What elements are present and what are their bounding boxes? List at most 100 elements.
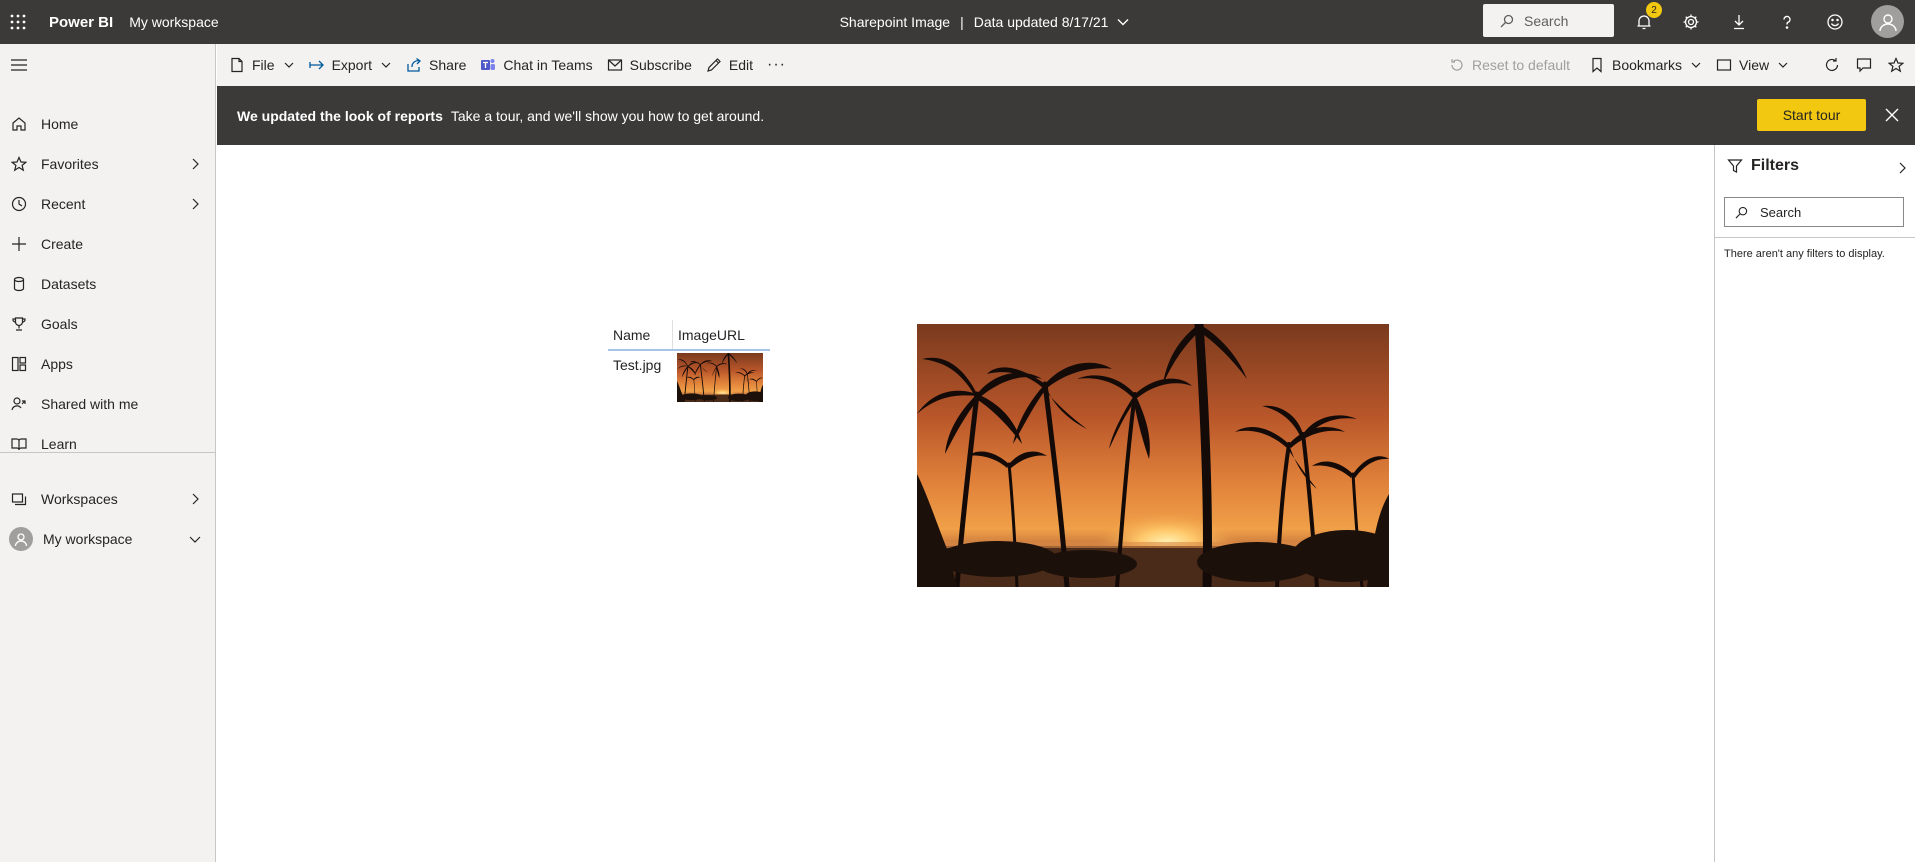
- nav-divider: [0, 452, 216, 453]
- view-menu-button[interactable]: View: [1709, 44, 1796, 86]
- nav-item-learn[interactable]: Learn: [0, 426, 216, 462]
- settings-button[interactable]: [1671, 0, 1711, 44]
- nav-item-create[interactable]: Create: [0, 226, 216, 262]
- edit-label: Edit: [728, 57, 754, 73]
- chevron-right-icon: [192, 158, 199, 170]
- search-icon: [1735, 206, 1748, 218]
- report-title-dropdown[interactable]: Sharepoint Image | Data updated 8/17/21: [840, 14, 1131, 30]
- subscribe-button[interactable]: Subscribe: [600, 44, 699, 86]
- nav-item-label: Favorites: [41, 156, 99, 172]
- nav-item-label: Datasets: [41, 276, 97, 292]
- banner-title: We updated the look of reports: [237, 107, 443, 124]
- nav-item-datasets[interactable]: Datasets: [0, 266, 216, 302]
- image-visual[interactable]: [917, 324, 1389, 587]
- database-icon: [10, 275, 28, 293]
- apps-icon: [10, 355, 28, 373]
- table-header-row: Name ImageURL: [608, 320, 770, 351]
- subscribe-label: Subscribe: [629, 57, 692, 73]
- title-separator: |: [960, 14, 964, 30]
- nav-item-label: Recent: [41, 196, 86, 212]
- download-button[interactable]: [1719, 0, 1759, 44]
- reset-icon: [1451, 59, 1463, 71]
- export-menu-button[interactable]: Export: [302, 44, 399, 86]
- nav-item-label: My workspace: [43, 531, 133, 547]
- nav-item-home[interactable]: Home: [0, 106, 216, 142]
- view-label: View: [1739, 57, 1770, 73]
- chevron-down-icon: [1778, 62, 1788, 68]
- share-label: Share: [429, 57, 467, 73]
- filters-search-placeholder: Search: [1760, 204, 1802, 220]
- more-options-icon: ···: [767, 56, 786, 73]
- nav-item-label: Goals: [41, 316, 78, 332]
- hamburger-menu-icon[interactable]: [10, 56, 28, 74]
- reset-to-default-button[interactable]: Reset to default: [1442, 44, 1577, 86]
- workspace-avatar: [9, 527, 33, 551]
- filters-search-input[interactable]: Search: [1724, 197, 1904, 227]
- nav-item-recent[interactable]: Recent: [0, 186, 216, 222]
- account-avatar[interactable]: [1871, 5, 1904, 38]
- share-icon: [407, 57, 422, 72]
- download-icon: [1734, 15, 1744, 30]
- nav-item-shared-with-me[interactable]: Shared with me: [0, 386, 216, 422]
- file-icon: [231, 57, 243, 73]
- filters-empty-message: There aren't any filters to display.: [1724, 248, 1885, 260]
- refresh-icon: [1825, 58, 1839, 71]
- filters-pane: Filters Search There aren't any filters …: [1714, 145, 1915, 862]
- plus-icon: [10, 235, 28, 253]
- share-button[interactable]: Share: [399, 44, 473, 86]
- nav-item-my-workspace[interactable]: My workspace: [0, 521, 216, 557]
- export-icon: [308, 60, 324, 70]
- pencil-icon: [707, 58, 721, 72]
- bookmarks-menu-button[interactable]: Bookmarks: [1582, 44, 1709, 86]
- breadcrumb-workspace[interactable]: My workspace: [129, 14, 218, 30]
- view-icon: [1716, 59, 1732, 71]
- nav-item-label: Apps: [41, 356, 73, 372]
- table-cell-image: [673, 351, 770, 406]
- nav-item-goals[interactable]: Goals: [0, 306, 216, 342]
- close-icon: [1885, 108, 1899, 122]
- left-nav-pane: Home Favorites Recent Create Datasets Go…: [0, 44, 216, 862]
- star-icon: [10, 155, 28, 173]
- bookmarks-label: Bookmarks: [1612, 57, 1683, 73]
- top-search-box[interactable]: Search: [1483, 4, 1614, 37]
- chevron-right-icon[interactable]: [1895, 161, 1909, 175]
- edit-button[interactable]: Edit: [699, 44, 760, 86]
- help-icon: [1783, 15, 1791, 29]
- app-launcher-icon[interactable]: [0, 0, 36, 44]
- favorite-button[interactable]: [1881, 44, 1915, 86]
- chat-in-teams-button[interactable]: Chat in Teams: [473, 44, 599, 86]
- table-row[interactable]: Test.jpg: [608, 351, 770, 406]
- export-label: Export: [331, 57, 373, 73]
- trophy-icon: [10, 315, 28, 333]
- nav-item-favorites[interactable]: Favorites: [0, 146, 216, 182]
- table-cell-name: Test.jpg: [613, 357, 662, 373]
- home-icon: [10, 115, 28, 133]
- nav-item-label: Learn: [41, 436, 77, 452]
- start-tour-button[interactable]: Start tour: [1757, 99, 1866, 131]
- table-visual[interactable]: Name ImageURL Test.jpg: [608, 320, 770, 406]
- file-menu-button[interactable]: File: [222, 44, 302, 86]
- chevron-down-icon: [189, 536, 201, 543]
- filters-title: Filters: [1751, 157, 1800, 174]
- bookmark-icon: [1592, 57, 1602, 73]
- data-updated-label: Data updated 8/17/21: [973, 14, 1109, 30]
- banner-close-button[interactable]: [1880, 103, 1904, 127]
- more-options-button[interactable]: ···: [760, 44, 793, 86]
- column-header-name[interactable]: Name: [608, 320, 673, 349]
- column-header-imageurl[interactable]: ImageURL: [673, 320, 770, 349]
- filters-header: Filters: [1727, 157, 1799, 175]
- nav-item-apps[interactable]: Apps: [0, 346, 216, 382]
- chevron-down-icon: [1117, 19, 1129, 26]
- notifications-button[interactable]: 2: [1624, 0, 1664, 44]
- brand-name[interactable]: Power BI: [49, 14, 113, 31]
- image-thumbnail: [677, 353, 763, 402]
- workspaces-icon: [10, 490, 28, 508]
- nav-item-workspaces[interactable]: Workspaces: [0, 481, 216, 517]
- help-button[interactable]: [1767, 0, 1807, 44]
- notification-badge: 2: [1646, 2, 1662, 18]
- nav-item-label: Create: [41, 236, 84, 252]
- teams-icon: [481, 59, 496, 70]
- report-canvas: Name ImageURL Test.jpg: [217, 145, 1714, 862]
- chevron-down-icon: [284, 62, 293, 68]
- feedback-button[interactable]: [1815, 0, 1855, 44]
